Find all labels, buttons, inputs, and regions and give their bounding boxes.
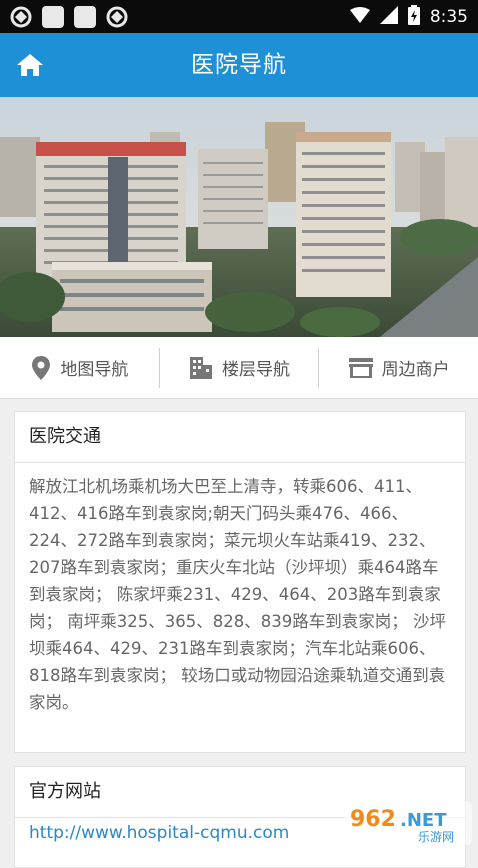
signal-icon bbox=[379, 5, 398, 28]
building-icon bbox=[190, 356, 212, 379]
app-bar: 医院导航 bbox=[0, 33, 478, 97]
nav-menu: 地图导航 楼层导航 周边商户 bbox=[0, 337, 478, 399]
nearby-merchants-label: 周边商户 bbox=[381, 360, 450, 380]
nearby-merchants-button[interactable]: 周边商户 bbox=[319, 337, 478, 398]
map-pin-icon bbox=[32, 355, 51, 380]
traffic-title: 医院交通 bbox=[15, 412, 465, 463]
map-navigation-label: 地图导航 bbox=[60, 360, 129, 380]
sync-icon bbox=[106, 6, 128, 28]
floor-navigation-label: 楼层导航 bbox=[222, 360, 290, 380]
watermark-logo: 962 .NET 乐游网 bbox=[344, 801, 472, 845]
traffic-description: 解放江北机场乘机场大巴至上清寺，转乘606、411、412、416路车到袁家岗;… bbox=[29, 477, 446, 712]
wifi-icon bbox=[349, 6, 370, 27]
page-title: 医院导航 bbox=[191, 52, 287, 78]
map-navigation-button[interactable]: 地图导航 bbox=[0, 337, 159, 398]
app-notification-icon bbox=[74, 6, 96, 28]
sync-icon bbox=[10, 6, 32, 28]
storefront-icon bbox=[348, 357, 373, 378]
battery-icon bbox=[407, 4, 420, 29]
svg-text:.NET: .NET bbox=[400, 810, 447, 831]
clock: 8:35 bbox=[429, 6, 468, 27]
app-notification-icon bbox=[42, 6, 64, 28]
svg-text:乐游网: 乐游网 bbox=[418, 830, 454, 844]
floor-navigation-button[interactable]: 楼层导航 bbox=[160, 337, 319, 398]
traffic-card: 医院交通 解放江北机场乘机场大巴至上清寺，转乘606、411、412、416路车… bbox=[14, 411, 466, 753]
notification-icons bbox=[10, 6, 128, 28]
hospital-banner-image bbox=[0, 97, 478, 337]
svg-text:962: 962 bbox=[350, 807, 396, 832]
status-bar: 8:35 bbox=[0, 0, 478, 33]
